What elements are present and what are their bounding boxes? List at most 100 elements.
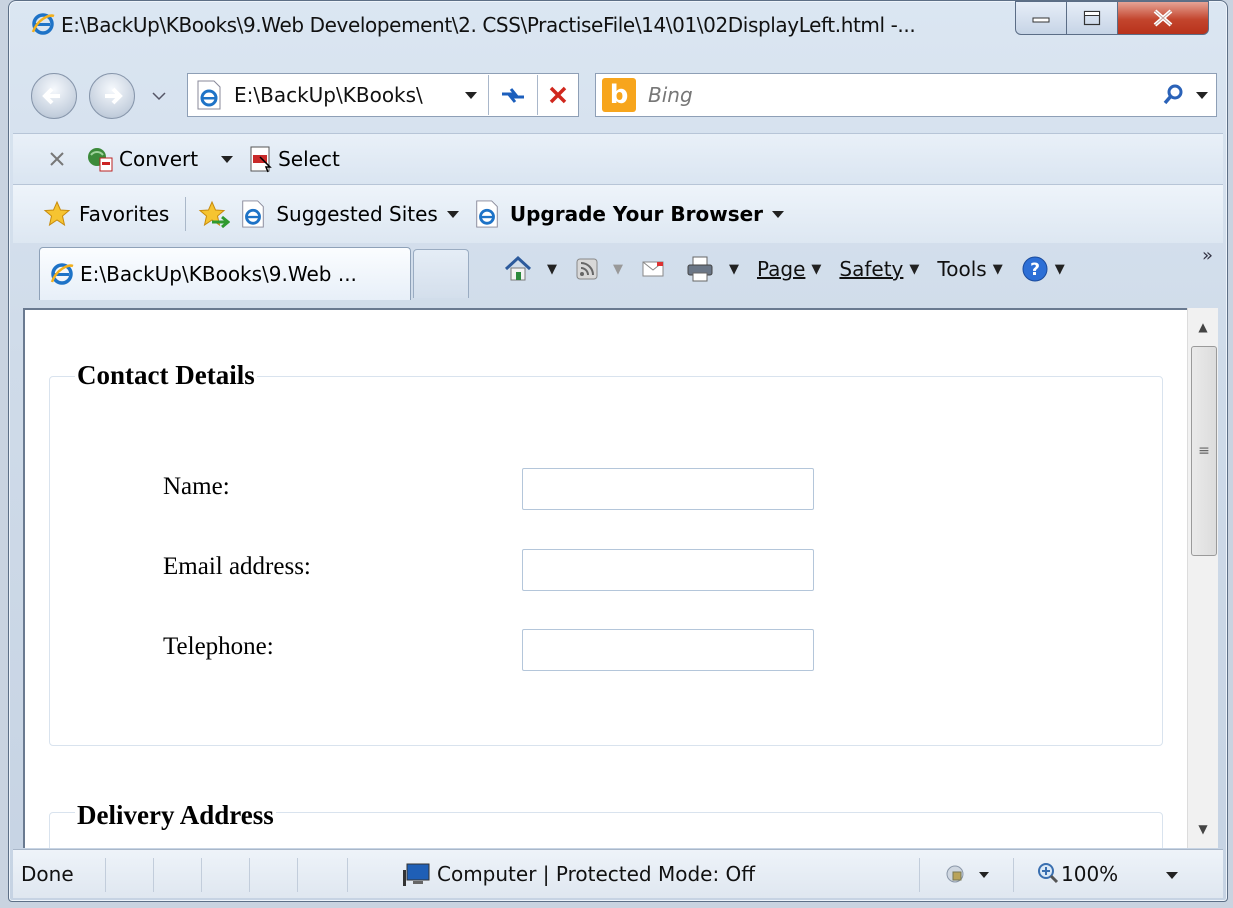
read-mail-button[interactable] (641, 259, 667, 279)
convert-icon (85, 145, 115, 173)
status-cell (1013, 858, 1014, 892)
command-bar: ▼ ▼ ▼ Page ▼ Safety ▼ Tools ▼ ? ▼ (503, 249, 1083, 289)
favorites-star-icon (43, 200, 71, 228)
svg-text:?: ? (1030, 260, 1040, 280)
telephone-input[interactable] (522, 629, 814, 671)
suggested-sites-icon (240, 200, 266, 228)
close-toolbar-icon[interactable] (49, 151, 65, 167)
minimize-button[interactable] (1015, 1, 1067, 35)
search-options-dropdown-icon[interactable] (1196, 91, 1208, 99)
window-controls (1015, 1, 1209, 35)
page-content: Contact Details Name: Email address: Tel… (23, 308, 1189, 848)
telephone-label: Telephone: (163, 633, 274, 660)
vertical-scrollbar[interactable]: ▲ ≡ ▼ (1187, 308, 1218, 848)
ie-logo-icon (31, 12, 55, 36)
status-text: Done (21, 862, 74, 886)
computer-zone-icon (401, 862, 431, 888)
status-cell (201, 858, 202, 892)
minimize-icon (1032, 17, 1050, 23)
status-cell (347, 858, 348, 892)
status-cell (919, 858, 920, 892)
status-cell (105, 858, 106, 892)
suggested-sites-dropdown-icon[interactable] (446, 209, 460, 219)
recent-pages-dropdown[interactable] (151, 91, 167, 101)
forward-arrow-icon (105, 87, 123, 105)
tab-current[interactable]: E:\BackUp\KBooks\9.Web ... (39, 247, 411, 300)
refresh-icon[interactable] (499, 82, 527, 108)
address-separator-2 (537, 75, 538, 115)
safety-menu[interactable]: Safety ▼ (839, 257, 919, 281)
search-icon[interactable] (1162, 83, 1186, 107)
status-bar: Done Computer | Protected Mode: Off 100% (13, 849, 1223, 898)
zoom-level[interactable]: 100% (1061, 862, 1118, 886)
favorites-separator (185, 197, 187, 231)
favorites-button[interactable]: Favorites (79, 202, 169, 226)
chevron-down-icon (152, 92, 166, 101)
help-button[interactable]: ? ▼ (1021, 255, 1065, 283)
search-placeholder: Bing (648, 83, 693, 107)
suggested-sites-link[interactable]: Suggested Sites (276, 202, 438, 226)
address-separator (488, 75, 490, 115)
scrollbar-thumb[interactable]: ≡ (1191, 346, 1217, 556)
printer-icon (687, 256, 713, 282)
upgrade-browser-icon (474, 200, 500, 228)
tab-row: E:\BackUp\KBooks\9.Web ... ▼ ▼ ▼ Page▼ (13, 243, 1223, 309)
upgrade-browser-link[interactable]: Upgrade Your Browser (510, 202, 763, 226)
stop-icon[interactable] (548, 85, 568, 105)
zoom-icon (1037, 862, 1059, 884)
protected-mode-icon[interactable] (945, 864, 993, 886)
close-button[interactable] (1118, 1, 1209, 35)
security-zone-text[interactable]: Computer | Protected Mode: Off (437, 862, 755, 886)
browser-window: E:\BackUp\KBooks\9.Web Developement\2. C… (8, 0, 1228, 902)
convert-button[interactable]: Convert (119, 147, 198, 171)
close-icon (1153, 9, 1173, 27)
print-button[interactable]: ▼ (685, 255, 739, 283)
status-cell (249, 858, 250, 892)
feeds-button[interactable]: ▼ (575, 257, 623, 281)
select-button[interactable]: Select (278, 147, 340, 171)
maximize-button[interactable] (1067, 1, 1118, 35)
home-icon (504, 255, 532, 281)
zoom-dropdown-icon[interactable] (1165, 870, 1179, 880)
safety-menu-label: Safety (839, 257, 904, 281)
home-button[interactable]: ▼ (503, 254, 557, 284)
page-menu[interactable]: Page ▼ (757, 257, 821, 281)
status-cell (153, 858, 154, 892)
address-dropdown-icon[interactable] (464, 90, 478, 100)
tools-menu[interactable]: Tools ▼ (937, 257, 1002, 281)
bing-logo-icon: b (602, 78, 636, 112)
search-box[interactable]: b Bing (595, 73, 1217, 117)
select-pdf-icon (248, 145, 274, 173)
upgrade-browser-dropdown-icon[interactable] (771, 209, 785, 219)
email-label: Email address: (163, 553, 311, 580)
add-to-favorites-icon[interactable] (198, 200, 231, 228)
delivery-address-legend: Delivery Address (75, 800, 276, 831)
tab-ie-icon (50, 262, 74, 286)
name-input[interactable] (522, 468, 814, 510)
maximize-icon (1083, 10, 1101, 26)
add-on-toolbar: Convert Select (13, 133, 1223, 185)
navigation-bar: E:\BackUp\KBooks\ b Bing (9, 65, 1227, 129)
contact-details-legend: Contact Details (75, 360, 257, 391)
scroll-up-arrow-icon[interactable]: ▲ (1188, 312, 1218, 342)
title-bar: E:\BackUp\KBooks\9.Web Developement\2. C… (9, 1, 1227, 59)
convert-dropdown-icon[interactable] (220, 154, 234, 164)
chevron-more-icon[interactable]: » (1202, 245, 1213, 266)
tab-label: E:\BackUp\KBooks\9.Web ... (80, 262, 357, 286)
email-input[interactable] (522, 549, 814, 591)
status-cell (297, 858, 298, 892)
help-icon: ? (1022, 256, 1048, 282)
address-bar[interactable]: E:\BackUp\KBooks\ (187, 73, 579, 117)
page-icon (196, 80, 222, 110)
address-text: E:\BackUp\KBooks\ (234, 83, 423, 107)
scroll-down-arrow-icon[interactable]: ▼ (1188, 814, 1218, 844)
back-button[interactable] (31, 73, 77, 119)
mail-icon (642, 261, 664, 277)
forward-button[interactable] (89, 73, 135, 119)
back-arrow-icon (42, 87, 60, 105)
new-tab-button[interactable] (413, 249, 469, 298)
rss-feed-icon (576, 258, 598, 280)
window-title: E:\BackUp\KBooks\9.Web Developement\2. C… (61, 13, 916, 37)
page-menu-label: Page (757, 257, 806, 281)
favorites-bar: Favorites Suggested Sites Upgrade Your B… (13, 185, 1223, 243)
